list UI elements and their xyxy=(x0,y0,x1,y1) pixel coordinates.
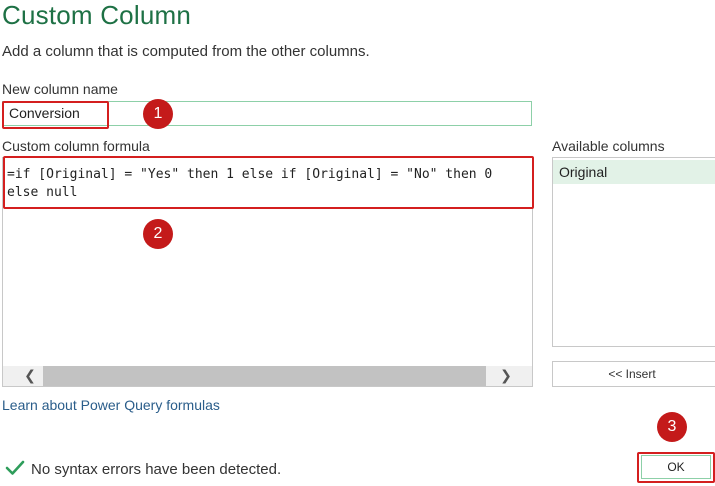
highlight-box-ok xyxy=(637,452,715,483)
check-icon xyxy=(5,460,25,475)
dialog-title: Custom Column xyxy=(2,0,191,30)
dialog-subtitle: Add a column that is computed from the o… xyxy=(2,43,370,60)
custom-column-formula-label: Custom column formula xyxy=(2,138,150,154)
available-columns-list[interactable] xyxy=(552,157,715,347)
highlight-box-formula xyxy=(3,156,534,209)
available-column-item[interactable]: Original xyxy=(553,160,715,184)
scrollbar-thumb[interactable] xyxy=(43,366,486,386)
available-columns-label: Available columns xyxy=(552,138,665,154)
highlight-box-name xyxy=(2,101,109,129)
learn-power-query-link[interactable]: Learn about Power Query formulas xyxy=(2,397,220,413)
syntax-status-text: No syntax errors have been detected. xyxy=(31,461,282,478)
new-column-name-label: New column name xyxy=(2,81,118,97)
step-badge-3: 3 xyxy=(657,412,687,442)
scroll-left-icon[interactable]: ❮ xyxy=(19,366,41,386)
step-badge-2: 2 xyxy=(143,219,173,249)
step-badge-1: 1 xyxy=(143,99,173,129)
insert-button[interactable]: << Insert xyxy=(552,361,715,387)
scroll-right-icon[interactable]: ❯ xyxy=(495,366,517,386)
